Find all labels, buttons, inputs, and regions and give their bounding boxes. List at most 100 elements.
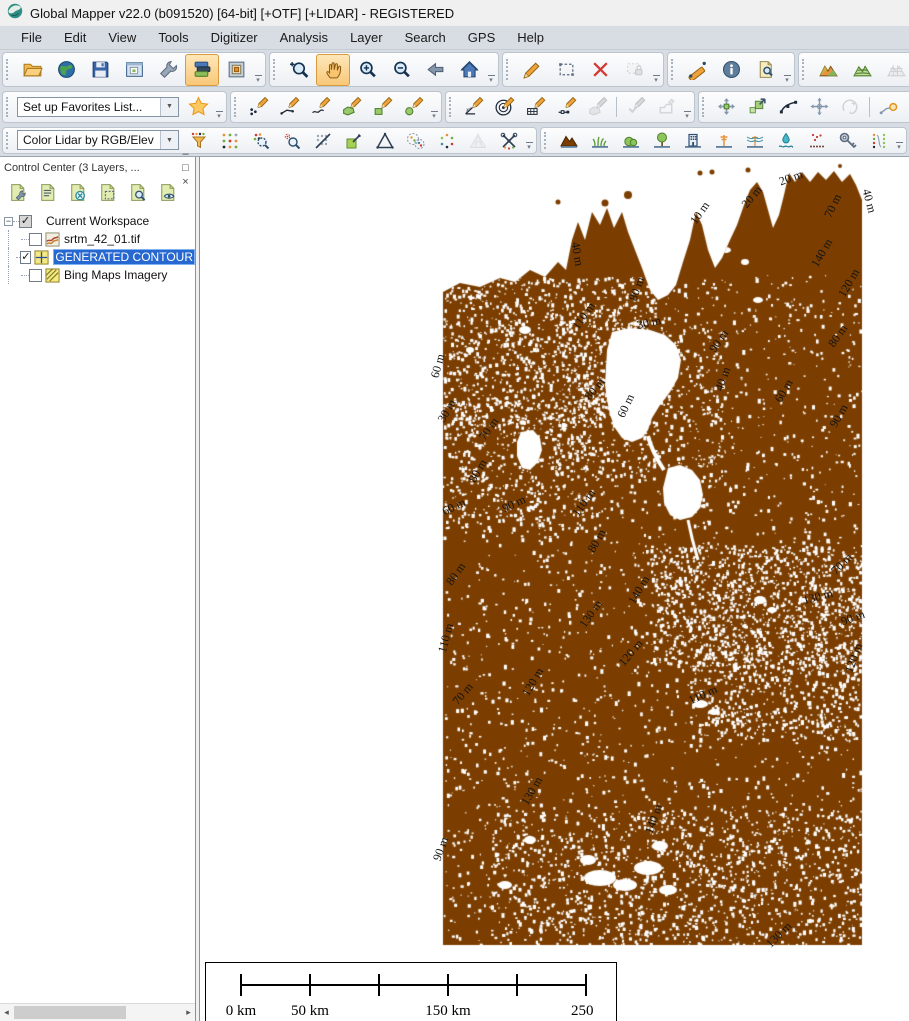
color-lidar-button[interactable] bbox=[338, 127, 369, 154]
toolbar-overflow-button[interactable]: ▾ bbox=[782, 53, 792, 85]
menu-analysis[interactable]: Analysis bbox=[269, 28, 339, 47]
zoom-out-button[interactable] bbox=[384, 54, 418, 86]
create-tin-button[interactable] bbox=[369, 127, 400, 154]
classify-buildings-button[interactable] bbox=[677, 127, 708, 154]
create-point-button[interactable] bbox=[243, 93, 274, 120]
panel-maximize-button[interactable]: □ bbox=[178, 161, 193, 175]
toolbar-overflow-button[interactable]: ▾ bbox=[651, 53, 661, 85]
toolbar-grip[interactable] bbox=[544, 132, 550, 148]
previous-view-button[interactable] bbox=[418, 54, 452, 86]
move-feature-button[interactable] bbox=[711, 93, 742, 120]
cut-feature-button[interactable] bbox=[904, 93, 909, 120]
menu-tools[interactable]: Tools bbox=[147, 28, 199, 47]
map-canvas[interactable] bbox=[200, 157, 909, 1021]
tree-item-current-workspace[interactable]: −✓ Current Workspace bbox=[0, 212, 195, 230]
measure-tool-button[interactable] bbox=[680, 54, 714, 86]
toolbar-grip[interactable] bbox=[802, 59, 808, 80]
classify-medium-vegetation-button[interactable] bbox=[615, 127, 646, 154]
toolbar-overflow-button[interactable]: ▾ bbox=[486, 53, 496, 85]
tree-expander-icon[interactable]: − bbox=[4, 217, 13, 226]
scrollbar-thumb[interactable] bbox=[14, 1006, 126, 1019]
chevron-down-icon[interactable]: ▼ bbox=[160, 131, 178, 149]
zoom-to-layer-button[interactable] bbox=[124, 180, 150, 204]
toolbar-grip[interactable] bbox=[449, 97, 455, 116]
lidar-profile-button[interactable] bbox=[307, 127, 338, 154]
layer-checkbox[interactable] bbox=[29, 269, 42, 282]
zoom-tool-button[interactable] bbox=[282, 54, 316, 86]
lidar-color-mode-combo[interactable]: Color Lidar by RGB/Elev▼ bbox=[17, 130, 179, 150]
chevron-down-icon[interactable]: ▼ bbox=[160, 98, 178, 116]
configuration-button[interactable] bbox=[151, 54, 185, 86]
tree-label[interactable]: Bing Maps Imagery bbox=[64, 268, 167, 282]
layer-visibility-button[interactable] bbox=[154, 180, 180, 204]
classify-powerlines-button[interactable] bbox=[739, 127, 770, 154]
delete-selected-button[interactable] bbox=[583, 54, 617, 86]
layer-checkbox[interactable] bbox=[29, 233, 42, 246]
toolbar-grip[interactable] bbox=[6, 132, 12, 148]
toolbar-overflow-button[interactable]: ▾ bbox=[253, 53, 263, 85]
lidar-search-button[interactable] bbox=[832, 127, 863, 154]
tree-label[interactable]: GENERATED CONTOUR bbox=[53, 249, 195, 265]
menu-search[interactable]: Search bbox=[394, 28, 457, 47]
panel-close-button[interactable]: × bbox=[178, 175, 193, 189]
toolbar-overflow-button[interactable]: ▾ bbox=[214, 92, 224, 122]
menu-help[interactable]: Help bbox=[506, 28, 555, 47]
toolbar-grip[interactable] bbox=[702, 97, 708, 116]
classify-ground-button[interactable] bbox=[553, 127, 584, 154]
tree-item-bing-maps-imagery[interactable]: Bing Maps Imagery bbox=[0, 266, 195, 284]
scale-feature-button[interactable] bbox=[742, 93, 773, 120]
feature-info-button[interactable] bbox=[714, 54, 748, 86]
toolbar-grip[interactable] bbox=[506, 59, 512, 80]
tree-label[interactable]: Current Workspace bbox=[46, 214, 149, 228]
classify-low-vegetation-button[interactable] bbox=[584, 127, 615, 154]
create-coordinate-point-button[interactable]: x° bbox=[458, 93, 489, 120]
toolbar-grip[interactable] bbox=[6, 97, 12, 116]
lidar-qc-point-button[interactable] bbox=[276, 127, 307, 154]
toolbar-grip[interactable] bbox=[273, 59, 279, 80]
open-online-data-button[interactable] bbox=[49, 54, 83, 86]
lidar-path-compare-button[interactable] bbox=[863, 127, 894, 154]
overview-map-button[interactable] bbox=[219, 54, 253, 86]
zoom-in-button[interactable] bbox=[350, 54, 384, 86]
close-layer-button[interactable] bbox=[64, 180, 90, 204]
generate-contours-button[interactable] bbox=[845, 54, 879, 86]
menu-layer[interactable]: Layer bbox=[339, 28, 394, 47]
favorites-star-button[interactable] bbox=[183, 93, 214, 120]
menu-digitizer[interactable]: Digitizer bbox=[200, 28, 269, 47]
digitizer-tool-button[interactable] bbox=[515, 54, 549, 86]
classify-water-button[interactable] bbox=[770, 127, 801, 154]
scroll-left-arrow-icon[interactable]: ◂ bbox=[0, 1004, 13, 1021]
layer-options-button[interactable] bbox=[4, 180, 30, 204]
move-selected-button[interactable] bbox=[804, 93, 835, 120]
create-line-with-vertices-button[interactable] bbox=[551, 93, 582, 120]
search-attributes-button[interactable] bbox=[748, 54, 782, 86]
classify-high-vegetation-button[interactable] bbox=[646, 127, 677, 154]
layer-metadata-button[interactable] bbox=[34, 180, 60, 204]
open-data-file-button[interactable] bbox=[15, 54, 49, 86]
pan-tool-button[interactable] bbox=[316, 54, 350, 86]
menu-gps[interactable]: GPS bbox=[457, 28, 506, 47]
toolbar-overflow-button[interactable]: ▾ bbox=[524, 128, 534, 153]
edit-vertices-button[interactable] bbox=[773, 93, 804, 120]
tree-label[interactable]: srtm_42_01.tif bbox=[64, 232, 140, 246]
select-layer-features-button[interactable] bbox=[94, 180, 120, 204]
full-extent-button[interactable] bbox=[452, 54, 486, 86]
map-view[interactable]: 10 m20 m20 m40 m70 m140 m120 m80 m60 m90… bbox=[200, 157, 909, 1021]
save-workspace-button[interactable] bbox=[83, 54, 117, 86]
elevation-shader-button[interactable] bbox=[811, 54, 845, 86]
toolbar-overflow-button[interactable]: ▾ bbox=[894, 128, 904, 153]
tree-item-srtm-42-01-tif[interactable]: srtm_42_01.tif bbox=[0, 230, 195, 248]
select-features-button[interactable] bbox=[549, 54, 583, 86]
extract-features-button[interactable] bbox=[431, 127, 462, 154]
toolbar-grip[interactable] bbox=[6, 59, 12, 80]
create-rectangle-button[interactable] bbox=[367, 93, 398, 120]
auto-classify-button[interactable] bbox=[400, 127, 431, 154]
layer-checkbox[interactable]: ✓ bbox=[20, 251, 31, 264]
create-area-button[interactable] bbox=[336, 93, 367, 120]
toolbar-grip[interactable] bbox=[234, 97, 240, 116]
classify-poles-button[interactable] bbox=[708, 127, 739, 154]
classify-noise-button[interactable] bbox=[801, 127, 832, 154]
control-center-button[interactable] bbox=[185, 54, 219, 86]
layer-checkbox[interactable]: ✓ bbox=[19, 215, 32, 228]
panel-minimize-button[interactable]: – bbox=[178, 147, 193, 161]
